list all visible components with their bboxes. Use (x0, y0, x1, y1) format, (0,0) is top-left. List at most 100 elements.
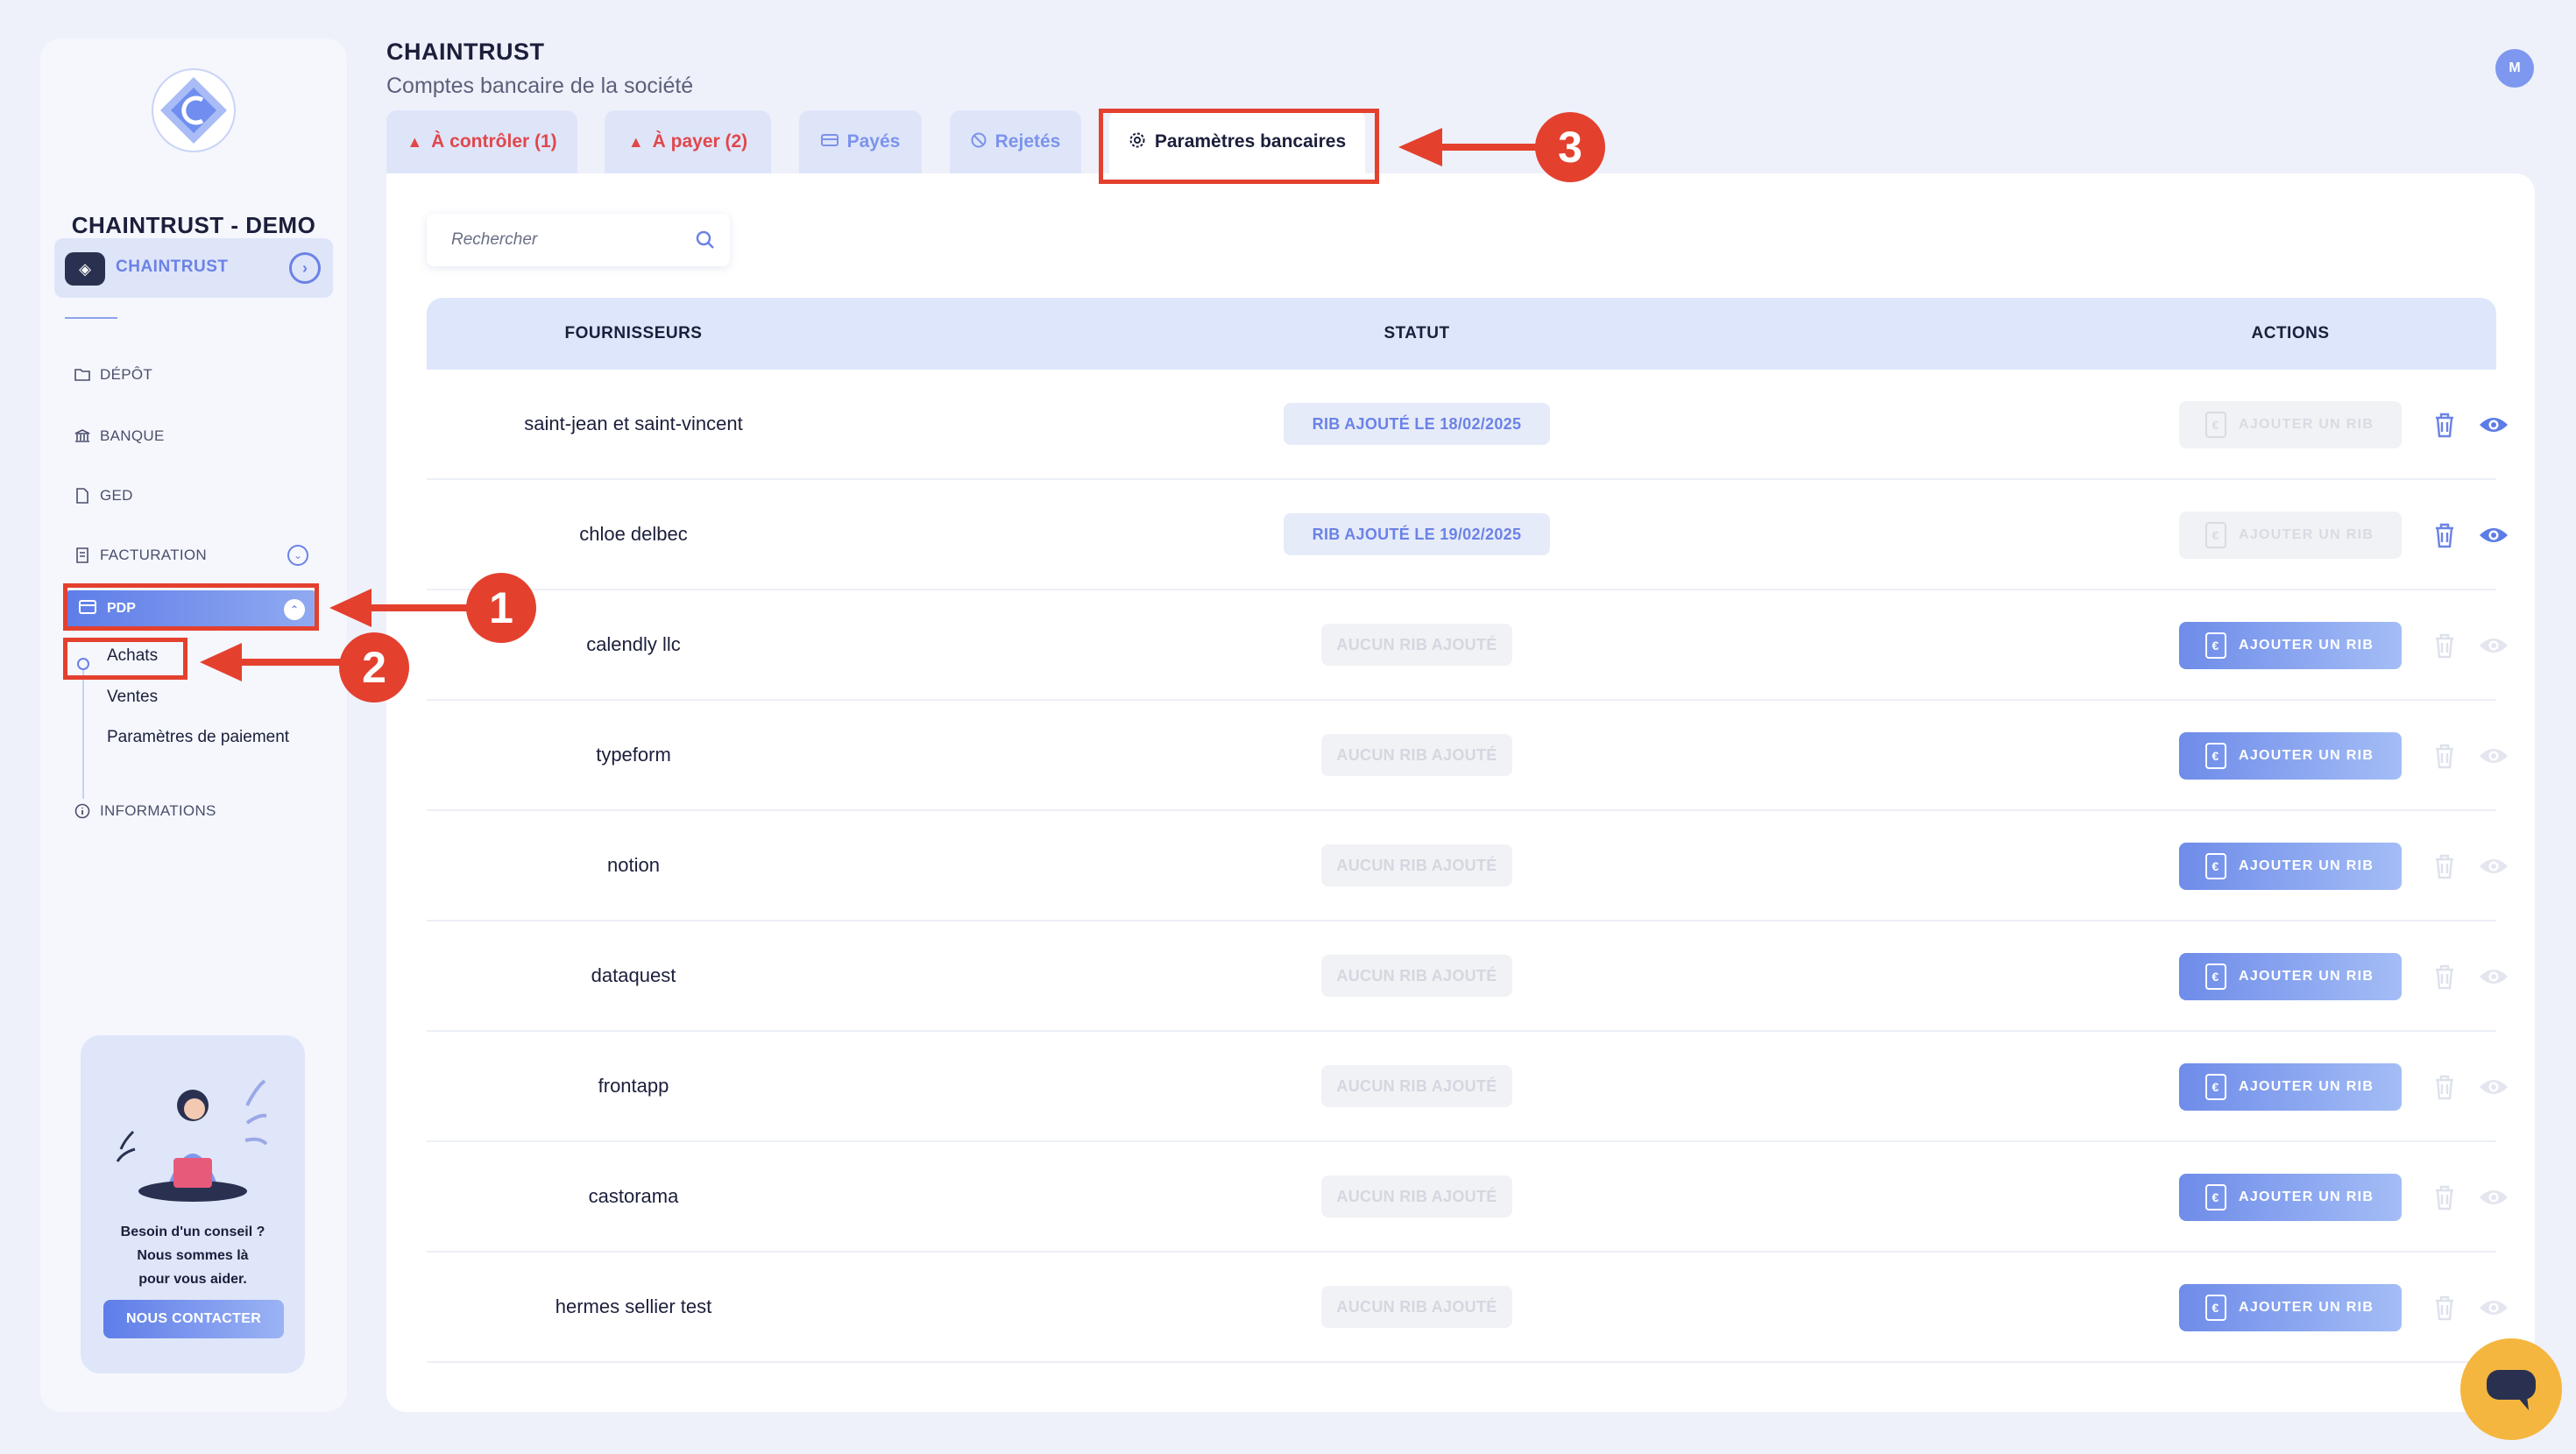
euro-document-icon: € (2205, 743, 2226, 769)
table-header: FOURNISSEURS STATUT ACTIONS (427, 298, 2496, 370)
add-rib-label: AJOUTER UN RIB (2239, 527, 2374, 542)
trash-icon[interactable] (2433, 1184, 2456, 1210)
company-selector[interactable]: ◈ CHAINTRUST › (54, 238, 333, 298)
eye-icon[interactable] (2479, 1186, 2509, 1209)
euro-document-icon: € (2205, 632, 2226, 659)
supplier-name: castorama (588, 1185, 679, 1207)
status-badge: AUCUN RIB AJOUTÉ (1321, 1065, 1512, 1107)
status-badge: AUCUN RIB AJOUTÉ (1321, 1286, 1512, 1328)
submenu-ventes[interactable]: Ventes (107, 688, 158, 707)
nav-facturation[interactable]: FACTURATION (74, 540, 207, 571)
avatar[interactable]: M (2495, 49, 2534, 88)
status-badge: AUCUN RIB AJOUTÉ (1321, 734, 1512, 776)
search-box (427, 214, 730, 266)
page-title: CHAINTRUST (386, 39, 545, 65)
eye-icon[interactable] (2479, 413, 2509, 436)
add-rib-button[interactable]: € AJOUTER UN RIB (2179, 953, 2402, 1000)
chaintrust-logo (152, 68, 236, 152)
table-row: calendly llc AUCUN RIB AJOUTÉ € AJOUTER UN … (427, 590, 2508, 701)
table-row: typeform AUCUN RIB AJOUTÉ € AJOUTER UN RIB (427, 701, 2508, 811)
company-logo-icon: ◈ (65, 252, 105, 286)
nav-banque[interactable]: BANQUE (74, 420, 165, 452)
euro-document-icon: € (2205, 963, 2226, 990)
trash-icon[interactable] (2433, 412, 2456, 438)
add-rib-button[interactable]: € AJOUTER UN RIB (2179, 401, 2402, 448)
supplier-name: saint-jean et saint-vincent (524, 413, 743, 434)
eye-icon[interactable] (2479, 745, 2509, 767)
trash-icon[interactable] (2433, 522, 2456, 548)
eye-icon[interactable] (2479, 965, 2509, 988)
page-subtitle: Comptes bancaire de la société (386, 74, 694, 98)
nav-informations[interactable]: INFORMATIONS (74, 795, 216, 827)
status-badge: AUCUN RIB AJOUTÉ (1321, 955, 1512, 997)
add-rib-button[interactable]: € AJOUTER UN RIB (2179, 1174, 2402, 1221)
add-rib-label: AJOUTER UN RIB (2239, 748, 2374, 763)
supplier-name: typeform (596, 744, 671, 766)
add-rib-label: AJOUTER UN RIB (2239, 638, 2374, 653)
nav-depot[interactable]: DÉPÔT (74, 359, 152, 391)
tab-a-controler[interactable]: ▲ À contrôler (1) (386, 110, 577, 173)
nav-informations-label: INFORMATIONS (100, 802, 216, 819)
euro-document-icon: € (2205, 1074, 2226, 1100)
search-icon[interactable] (693, 228, 718, 252)
table-row: saint-jean et saint-vincent RIB AJOUTÉ LE… (427, 370, 2508, 480)
add-rib-button[interactable]: € AJOUTER UN RIB (2179, 1063, 2402, 1111)
trash-icon[interactable] (2433, 743, 2456, 769)
warning-icon: ▲ (407, 132, 423, 151)
add-rib-button[interactable]: € AJOUTER UN RIB (2179, 512, 2402, 559)
trash-icon[interactable] (2433, 1295, 2456, 1321)
help-card: Besoin d'un conseil ? Nous sommes là pou… (81, 1035, 305, 1373)
divider (65, 317, 117, 319)
add-rib-button[interactable]: € AJOUTER UN RIB (2179, 732, 2402, 780)
table-row: chloe delbec RIB AJOUTÉ LE 19/02/2025 € AJO… (427, 480, 2508, 590)
table-row: castorama AUCUN RIB AJOUTÉ € AJOUTER UN RIB (427, 1142, 2508, 1253)
nav-ged-label: GED (100, 487, 133, 504)
nav-depot-label: DÉPÔT (100, 366, 153, 383)
supplier-name: notion (607, 854, 660, 876)
folder-icon (74, 366, 91, 384)
submenu-line (82, 669, 84, 799)
help-text-1: Besoin d'un conseil ? (120, 1225, 265, 1239)
nav-ged[interactable]: GED (74, 480, 133, 512)
eye-icon[interactable] (2479, 1296, 2509, 1319)
warning-icon: ▲ (627, 132, 644, 151)
tab-label: À contrôler (1) (431, 131, 557, 152)
trash-icon[interactable] (2433, 853, 2456, 879)
payment-icon (820, 133, 839, 152)
tab-rejetes[interactable]: Rejetés (950, 110, 1081, 173)
eye-icon[interactable] (2479, 524, 2509, 547)
eye-icon[interactable] (2479, 1076, 2509, 1098)
euro-document-icon: € (2205, 412, 2226, 438)
chevron-down-icon[interactable]: ⌄ (287, 545, 308, 566)
annotation-highlight-tab (1099, 109, 1379, 184)
add-rib-button[interactable]: € AJOUTER UN RIB (2179, 1284, 2402, 1331)
invoice-icon (74, 547, 91, 564)
eye-icon[interactable] (2479, 855, 2509, 878)
tab-label: Rejetés (994, 131, 1061, 152)
bank-icon (74, 427, 91, 445)
eye-icon[interactable] (2479, 634, 2509, 657)
submenu-parametres-paiement[interactable]: Paramètres de paiement (107, 728, 289, 747)
header-suppliers: FOURNISSEURS (564, 324, 703, 342)
trash-icon[interactable] (2433, 632, 2456, 659)
trash-icon[interactable] (2433, 1074, 2456, 1100)
chevron-right-icon[interactable]: › (289, 252, 321, 284)
add-rib-label: AJOUTER UN RIB (2239, 1189, 2374, 1204)
euro-document-icon: € (2205, 853, 2226, 879)
annotation-highlight-pdp (63, 583, 319, 631)
add-rib-button[interactable]: € AJOUTER UN RIB (2179, 843, 2402, 890)
add-rib-button[interactable]: € AJOUTER UN RIB (2179, 622, 2402, 669)
tab-payes[interactable]: Payés (799, 110, 922, 173)
annotation-number-3: 3 (1535, 112, 1605, 182)
euro-document-icon: € (2205, 1295, 2226, 1321)
company-label: CHAINTRUST (116, 258, 229, 276)
chat-launcher-button[interactable] (2460, 1338, 2562, 1440)
add-rib-label: AJOUTER UN RIB (2239, 1079, 2374, 1094)
trash-icon[interactable] (2433, 963, 2456, 990)
euro-document-icon: € (2205, 1184, 2226, 1210)
contact-button[interactable]: NOUS CONTACTER (103, 1300, 284, 1338)
status-badge: AUCUN RIB AJOUTÉ (1321, 624, 1512, 666)
header-actions: ACTIONS (2251, 324, 2330, 342)
search-input[interactable] (427, 214, 730, 266)
tab-a-payer[interactable]: ▲ À payer (2) (605, 110, 771, 173)
